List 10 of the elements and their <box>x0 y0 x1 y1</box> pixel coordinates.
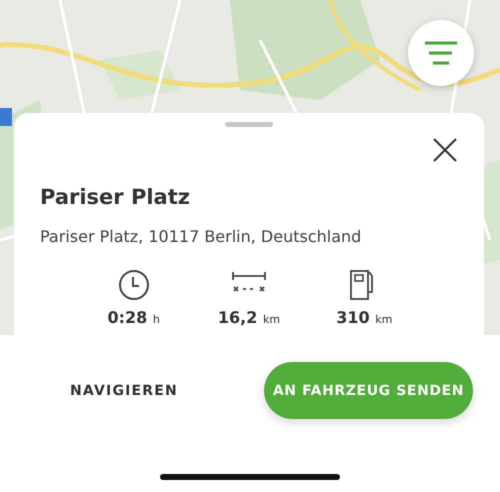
navigate-button[interactable]: NAVIGIEREN <box>60 372 188 408</box>
stat-value: 310 km <box>336 308 392 329</box>
drag-handle[interactable] <box>225 122 273 127</box>
clock-icon <box>116 268 151 302</box>
destination-title: Pariser Platz <box>40 185 191 209</box>
destination-address: Pariser Platz, 10117 Berlin, Deutschland <box>40 227 362 246</box>
stat-value: 16,2 km <box>218 308 280 329</box>
menu-icon <box>423 40 459 66</box>
stat-value: 0:28 h <box>107 308 160 329</box>
close-icon[interactable] <box>432 137 458 163</box>
